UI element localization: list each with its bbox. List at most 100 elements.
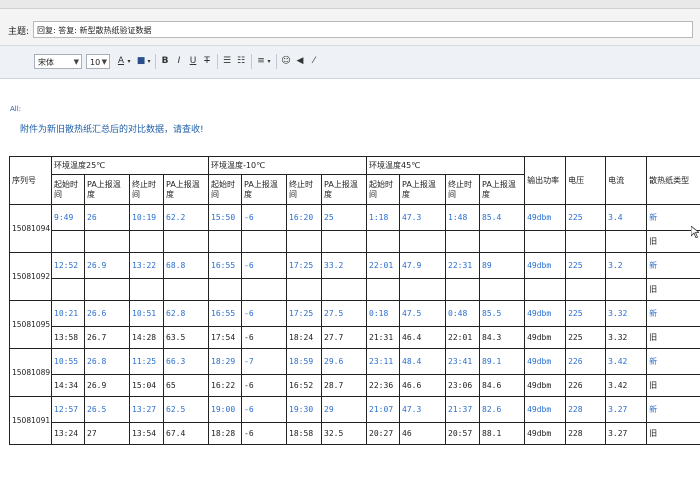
table-cell: 3.2 [605,252,648,279]
header-pa-temp: PA上报温度 [479,174,526,205]
font-family-select[interactable]: 宋体 ▼ [34,54,82,69]
table-cell: 47.3 [399,396,447,423]
header-current: 电流 [605,156,648,205]
table-cell: 0:18 [366,300,401,327]
table-cell: 46.4 [399,326,447,349]
chevron-down-icon[interactable]: ▾ [126,55,132,68]
table-cell: 17:25 [286,300,323,327]
table-cell: 新 [646,252,700,279]
table-cell: 16:52 [286,374,323,397]
table-cell: 48.4 [399,348,447,375]
italic-icon[interactable]: I [174,55,184,68]
table-cell: 49dbm [524,348,567,375]
table-cell: 20:27 [366,422,401,445]
table-cell [129,230,164,253]
font-size-value: 10 [90,58,101,67]
link-icon[interactable]: ◀ [295,55,305,68]
table-cell: 3.42 [605,374,648,397]
table-cell: 15:50 [208,204,243,231]
table-cell: 22:36 [366,374,401,397]
table-cell: 26 [84,204,130,231]
table-cell: 33.2 [321,252,368,279]
message-body[interactable]: All: 附件为新旧散热纸汇总后的对比数据，请查收! 序列号 环境温度25℃ 环… [0,79,700,499]
table-cell [321,230,368,253]
table-cell: 84.3 [479,326,526,349]
table-cell: -6 [241,422,288,445]
table-cell: 68.8 [162,252,210,279]
table-cell: 16:55 [208,300,243,327]
table-cell [84,278,130,301]
font-family-value: 宋体 [38,58,54,67]
clear-format-icon[interactable]: ⁄ [309,55,319,68]
subject-row: 主题: 回复: 答复: 新型散热纸验证数据 [0,9,700,46]
bold-icon[interactable]: B [160,55,170,68]
table-cell: 228 [565,422,607,445]
table-cell [241,278,288,301]
strikethrough-icon[interactable]: T [202,55,212,68]
table-cell: 29 [321,396,368,423]
highlight-color-icon[interactable]: ■ [136,55,146,68]
table-cell [321,278,368,301]
table-row: 14:34 26.9 15:04 65 16:22 -6 16:52 28.7 22:36 46.… [10,374,700,397]
header-env-45: 环境温度45℃ [366,156,526,175]
table-cell [445,230,481,253]
table-cell: 20:57 [445,422,481,445]
table-cell: 88.1 [479,422,526,445]
header-pa-temp: PA上报温度 [241,174,288,205]
table-cell: -6 [241,204,288,231]
table-cell [524,278,567,301]
table-cell: 14:34 [51,374,85,397]
table-row: 旧 [10,230,700,253]
mouse-cursor-icon [691,226,699,238]
table-cell: 18:59 [286,348,323,375]
table-cell: 85.4 [479,204,526,231]
chevron-down-icon[interactable]: ▾ [266,55,272,68]
table-cell [605,230,648,253]
table-cell: 46.6 [399,374,447,397]
table-cell: 13:22 [129,252,164,279]
serial-number-cell: 15081091 [9,396,52,445]
table-cell: 1:18 [366,204,401,231]
header-env-minus-10: 环境温度-10℃ [208,156,368,175]
table-cell: 21:37 [445,396,481,423]
table-cell: 47.9 [399,252,447,279]
unordered-list-icon[interactable]: ☷ [236,55,246,68]
table-cell [286,278,323,301]
underline-icon[interactable]: U [188,55,198,68]
font-color-icon[interactable]: A [116,55,126,68]
table-cell [399,278,447,301]
table-cell: 82.6 [479,396,526,423]
emoji-icon[interactable]: ☺ [281,55,291,68]
table-cell: 85.5 [479,300,526,327]
table-cell: 10:21 [51,300,85,327]
table-cell: 18:58 [286,422,323,445]
table-cell: 46 [399,422,447,445]
table-cell [286,230,323,253]
table-body: 15081094 9:49 26 10:19 62.2 15:50 -6 16:20 25 1:1… [9,204,700,445]
table-cell: 21:07 [366,396,401,423]
align-icon[interactable]: ≡ [256,55,266,68]
font-size-select[interactable]: 10 ▼ [86,54,110,69]
table-row: 15081095 10:21 26.6 10:51 62.8 16:55 -6 17:25 27… [9,300,700,349]
table-cell: 3.42 [605,348,648,375]
serial-number-cell: 15081089 [9,348,52,397]
table-cell: 12:57 [51,396,85,423]
table-cell: 13:24 [51,422,85,445]
table-cell: 27.5 [321,300,368,327]
chevron-down-icon[interactable]: ▾ [146,55,152,68]
subject-input[interactable]: 回复: 答复: 新型散热纸验证数据 [33,21,693,38]
serial-number-cell: 15081092 [9,252,52,301]
table-cell: 3.27 [605,396,648,423]
table-cell: 47.5 [399,300,447,327]
table-cell: 新 [646,348,700,375]
table-cell: 49dbm [524,396,567,423]
header-start-time: 起始时间 [366,174,401,205]
ordered-list-icon[interactable]: ☰ [222,55,232,68]
table-cell: 49dbm [524,374,567,397]
table-cell: 17:25 [286,252,323,279]
table-cell: 旧 [646,374,700,397]
table-cell: 27 [84,422,130,445]
table-cell [565,278,607,301]
table-cell: 84.6 [479,374,526,397]
table-cell: 27.7 [321,326,368,349]
